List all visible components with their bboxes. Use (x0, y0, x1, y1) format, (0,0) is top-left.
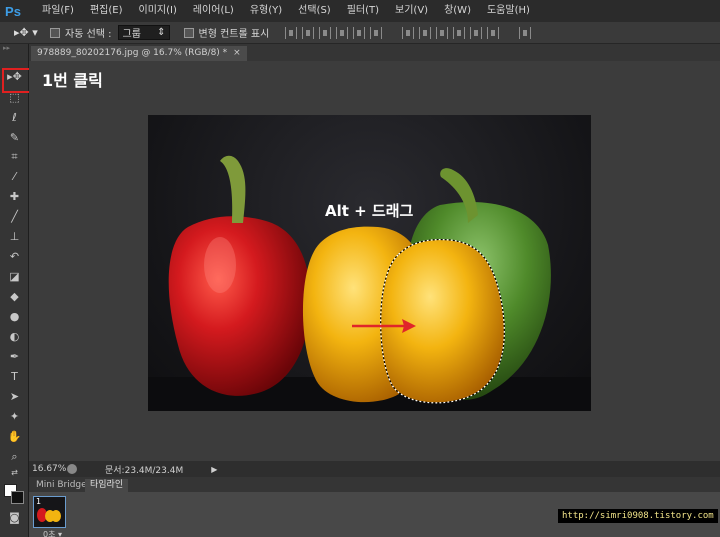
transform-controls-checkbox[interactable] (183, 27, 194, 38)
frame-delay[interactable]: 0초 ▾ (43, 529, 62, 537)
document-title: 978889_80202176.jpg @ 16.7% (RGB/8) * (37, 48, 228, 58)
frame-number: 1 (36, 497, 42, 506)
menu-layer[interactable]: 레이어(L) (185, 0, 242, 22)
status-bar: 16.67% 문서:23.4M/23.4M ▶ (29, 461, 720, 477)
distribute-vcenter-icon[interactable] (419, 26, 432, 39)
transform-controls-label: 변형 컨트롤 표시 (198, 29, 270, 40)
chevron-updown-icon: ⇕ (157, 27, 166, 38)
move-tool-preset-icon[interactable]: ▸✥ ▾ (14, 24, 44, 42)
options-bar: ▸✥ ▾ 자동 선택 : 그룹 ⇕ 변형 컨트롤 표시 (0, 22, 720, 44)
status-info-icon[interactable] (67, 464, 77, 474)
distribute-hcenter-icon[interactable] (470, 26, 483, 39)
menu-help[interactable]: 도움말(H) (479, 0, 538, 22)
path-select-tool-icon[interactable]: ➤ (5, 388, 24, 405)
type-tool-icon[interactable]: T (5, 368, 24, 385)
photo-canvas[interactable] (148, 115, 591, 411)
panel-grip-icon[interactable]: ▸▸ (0, 44, 28, 52)
panel-tabbar: Mini Bridge 타임라인 (29, 477, 720, 492)
yellow-pepper-copy (380, 239, 505, 403)
align-buttons (285, 26, 532, 39)
auto-select-dropdown[interactable]: 그룹 ⇕ (117, 25, 170, 40)
distribute-right-icon[interactable] (487, 26, 500, 39)
close-icon[interactable]: × (233, 48, 241, 58)
timeline-frame[interactable]: 1 (33, 496, 66, 528)
auto-select-checkbox[interactable] (50, 27, 60, 38)
quick-mask-icon[interactable]: ◙ (5, 509, 24, 526)
align-left-icon[interactable] (336, 26, 349, 39)
zoom-tool-icon[interactable]: ⌕ (5, 448, 24, 465)
auto-align-icon[interactable] (519, 26, 532, 39)
align-vcenter-icon[interactable] (302, 26, 315, 39)
menu-filter[interactable]: 필터(T) (339, 0, 387, 22)
red-pepper (168, 216, 311, 396)
auto-select-label: 자동 선택 : (65, 29, 112, 40)
menu-image[interactable]: 이미지(I) (131, 0, 185, 22)
menu-select[interactable]: 선택(S) (290, 0, 339, 22)
tab-timeline[interactable]: 타임라인 (85, 479, 129, 492)
auto-select-value: 그룹 (122, 29, 141, 40)
hand-tool-icon[interactable]: ✋ (5, 428, 24, 445)
paint-bucket-tool-icon[interactable]: ◆ (5, 288, 24, 305)
tab-mini-bridge[interactable]: Mini Bridge (31, 479, 92, 492)
peppers-image (148, 155, 591, 411)
healing-brush-tool-icon[interactable]: ✚ (5, 188, 24, 205)
menu-edit[interactable]: 편집(E) (82, 0, 131, 22)
menubar: Ps 파일(F) 편집(E) 이미지(I) 레이어(L) 유형(Y) 선택(S)… (0, 0, 720, 22)
alt-drag-annotation: Alt + 드래그 (325, 202, 414, 220)
menu-window[interactable]: 창(W) (436, 0, 479, 22)
distribute-left-icon[interactable] (453, 26, 466, 39)
quick-select-tool-icon[interactable]: ✎ (5, 129, 24, 146)
background-color-swatch[interactable] (11, 491, 24, 504)
history-brush-tool-icon[interactable]: ↶ (5, 248, 24, 265)
crop-tool-icon[interactable]: ⌗ (5, 148, 24, 165)
document-tabbar: 978889_80202176.jpg @ 16.7% (RGB/8) * × (29, 44, 720, 61)
pen-tool-icon[interactable]: ✒ (5, 348, 24, 365)
clone-stamp-tool-icon[interactable]: ⊥ (5, 228, 24, 245)
photoshop-logo: Ps (5, 3, 21, 19)
align-top-icon[interactable] (285, 26, 298, 39)
step1-annotation: 1번 클릭 (42, 71, 103, 90)
zoom-level[interactable]: 16.67% (29, 464, 67, 474)
menu-type[interactable]: 유형(Y) (242, 0, 290, 22)
dodge-tool-icon[interactable]: ◐ (5, 328, 24, 345)
align-hcenter-icon[interactable] (353, 26, 366, 39)
document-tab[interactable]: 978889_80202176.jpg @ 16.7% (RGB/8) * × (31, 46, 247, 61)
timeline-panel: Mini Bridge 타임라인 1 0초 ▾ (29, 477, 720, 537)
menu-view[interactable]: 보기(V) (387, 0, 436, 22)
menu-file[interactable]: 파일(F) (34, 0, 82, 22)
distribute-top-icon[interactable] (402, 26, 415, 39)
blur-tool-icon[interactable]: ● (5, 308, 24, 325)
status-menu-arrow-icon[interactable]: ▶ (211, 465, 217, 474)
tools-panel: ▸▸ ▸✥ ⬚ ℓ ✎ ⌗ ⁄ ✚ ╱ ⊥ ↶ ◪ ◆ ● ◐ ✒ T ➤ ✦ … (0, 44, 29, 537)
eraser-tool-icon[interactable]: ◪ (5, 268, 24, 285)
align-bottom-icon[interactable] (319, 26, 332, 39)
brush-tool-icon[interactable]: ╱ (5, 208, 24, 225)
watermark-url: http://simri0908.tistory.com (558, 509, 718, 523)
lasso-tool-icon[interactable]: ℓ (5, 109, 24, 126)
document-size: 문서:23.4M/23.4M (105, 465, 184, 476)
align-right-icon[interactable] (370, 26, 383, 39)
shape-tool-icon[interactable]: ✦ (5, 408, 24, 425)
swap-colors-icon[interactable]: ⇄ (5, 464, 24, 481)
eyedropper-tool-icon[interactable]: ⁄ (5, 168, 24, 185)
distribute-bottom-icon[interactable] (436, 26, 449, 39)
